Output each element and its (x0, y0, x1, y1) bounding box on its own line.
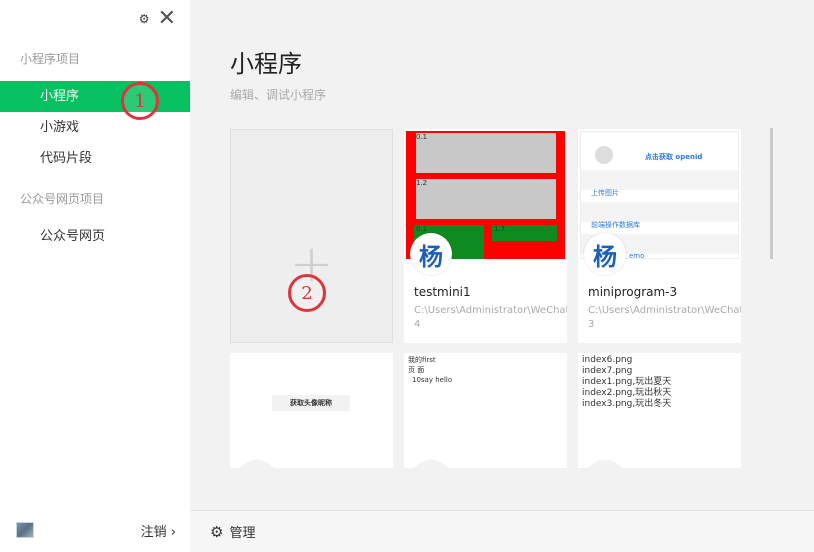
thumb-label: 1.2 (416, 179, 428, 187)
project-card[interactable]: 获取头像昵称 (230, 353, 393, 468)
thumb-text: index2.png,玩出秋天 (582, 388, 672, 398)
thumb-label: 1.7 (494, 225, 506, 233)
thumb-label: 0.1 (416, 133, 428, 141)
close-icon[interactable]: ✕ (158, 8, 176, 30)
main-panel: 小程序 编辑、调试小程序 + 2 0.1 1.2 0.1 1.7 杨 testm… (190, 0, 814, 552)
gear-icon[interactable]: ⚙ (139, 12, 150, 26)
sidebar-footer: 注销 › (0, 508, 190, 552)
project-path: C:\Users\Administrator\WeChatProjects\mi… (588, 305, 741, 330)
thumb-button: 获取头像昵称 (272, 395, 350, 411)
annotation-marker-1: 1 (121, 82, 159, 120)
project-card-testmini1[interactable]: 0.1 1.2 0.1 1.7 杨 testmini1 C:\Users\Adm… (404, 129, 567, 343)
manage-button[interactable]: 管理 (229, 522, 255, 541)
thumb-text: 点击获取 openid (645, 153, 703, 161)
annotation-marker-2: 2 (288, 274, 326, 312)
project-name: miniprogram-3 (588, 285, 678, 299)
gear-icon: ⚙ (210, 522, 224, 541)
project-card[interactable]: 我的first 页 面 10say hello (404, 353, 567, 468)
thumb-text: 上传图片 (591, 189, 619, 197)
thumb-text: index3.png,玩出冬天 (582, 399, 672, 409)
thumb-text: index1.png,玩出夏天 (582, 377, 672, 387)
sidebar-item-code-snippet[interactable]: 代码片段 (0, 143, 190, 174)
section-title-web: 公众号网页项目 (20, 192, 105, 206)
project-logo: 杨 (410, 233, 452, 275)
sidebar-item-minigame[interactable]: 小游戏 (0, 112, 190, 143)
project-name: testmini1 (414, 285, 471, 299)
avatar[interactable] (16, 522, 34, 538)
thumb-text: 页 面 (408, 366, 425, 374)
section-title-mini: 小程序项目 (20, 52, 81, 66)
thumb-block (416, 133, 556, 173)
page-subtitle: 编辑、调试小程序 (230, 88, 327, 102)
thumb-text: index7.png (582, 366, 633, 376)
thumb-text: index6.png (582, 355, 633, 365)
project-card[interactable]: index6.png index7.png index1.png,玩出夏天 in… (578, 353, 741, 468)
sidebar: ⚙ ✕ 小程序项目 小程序 小游戏 代码片段 公众号网页项目 公众号网页 1 注… (0, 0, 190, 552)
thumb-label: 0.1 (416, 225, 428, 233)
logout-label: 注销 (140, 524, 167, 540)
project-logo (584, 461, 626, 468)
thumb-row (581, 170, 738, 190)
project-logo (410, 461, 452, 468)
project-logo: 杨 (584, 233, 626, 275)
thumb-avatar (595, 146, 613, 164)
thumb-block (416, 179, 556, 219)
logout-button[interactable]: 注销 › (141, 521, 176, 540)
thumb-text: 我的first (408, 356, 436, 364)
project-path: C:\Users\Administrator\WeChatProjects\mi… (414, 305, 567, 330)
chevron-right-icon: › (170, 524, 176, 540)
window-controls: ⚙ ✕ (139, 8, 176, 30)
sidebar-item-miniprogram[interactable]: 小程序 (0, 81, 190, 112)
scrollbar[interactable] (770, 128, 773, 259)
sidebar-item-web[interactable]: 公众号网页 (0, 221, 190, 252)
thumb-row (581, 202, 738, 222)
page-title: 小程序 (230, 50, 302, 78)
new-project-card[interactable]: + 2 (230, 129, 393, 343)
thumb-text: 10say hello (412, 376, 453, 384)
thumb-text: 前端操作数据库 (591, 221, 640, 229)
thumb-text: emo (629, 252, 645, 259)
project-logo (236, 461, 278, 468)
manage-bar[interactable]: ⚙ 管理 (190, 510, 814, 552)
project-card-miniprogram-3[interactable]: 点击获取 openid 上传图片 前端操作数据库 emo 杨 miniprogr… (578, 129, 741, 343)
